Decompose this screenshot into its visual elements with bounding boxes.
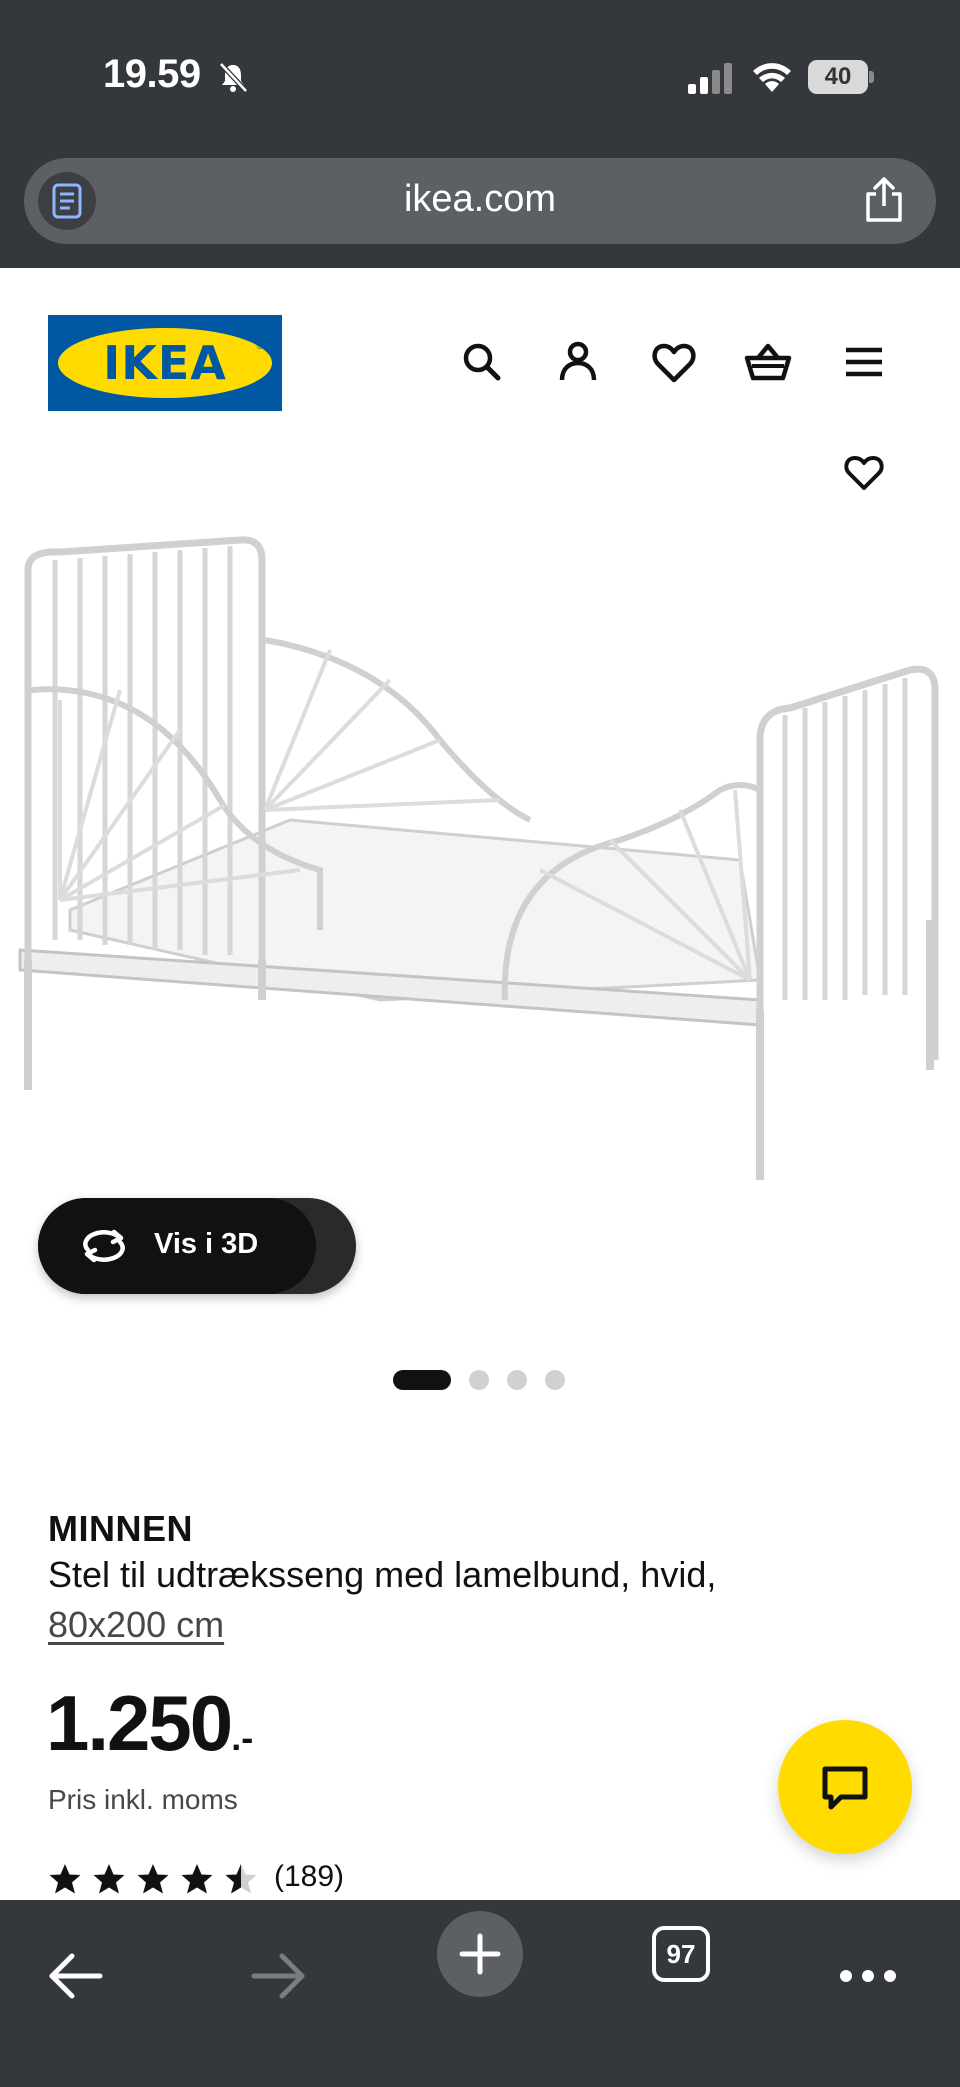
chat-button[interactable] xyxy=(778,1720,912,1854)
share-icon[interactable] xyxy=(862,176,906,224)
cellular-signal-icon xyxy=(688,63,732,94)
status-and-url-bar: 19.59 40 ikea.com xyxy=(0,0,960,268)
basket-icon[interactable] xyxy=(744,338,792,386)
carousel-dot-active[interactable] xyxy=(393,1370,451,1390)
account-icon[interactable] xyxy=(554,338,602,386)
price-integer: 1.250 xyxy=(46,1679,233,1767)
carousel-dot[interactable] xyxy=(545,1370,565,1390)
more-options-icon[interactable] xyxy=(838,1960,898,1992)
plus-icon xyxy=(459,1933,501,1975)
rating-stars[interactable] xyxy=(48,1862,258,1896)
rotate-3d-icon xyxy=(83,1229,125,1263)
bell-off-icon xyxy=(219,62,248,93)
battery-level: 40 xyxy=(808,60,868,94)
product-price: 1.250.- xyxy=(46,1678,253,1769)
star-half-icon xyxy=(225,1864,257,1894)
url-text[interactable]: ikea.com xyxy=(24,178,936,221)
battery-indicator: 40 xyxy=(808,60,874,94)
chat-icon xyxy=(822,1766,868,1810)
logo-text: IKEA xyxy=(103,336,227,390)
product-size-link[interactable]: 80x200 cm xyxy=(48,1604,224,1646)
product-description: Stel til udtræksseng med lamelbund, hvid… xyxy=(48,1554,717,1595)
star-full-icon xyxy=(49,1864,81,1894)
ikea-logo[interactable]: IKEA ® xyxy=(48,315,282,411)
new-tab-button[interactable] xyxy=(437,1911,523,1997)
wifi-icon xyxy=(753,63,791,92)
price-note: Pris inkl. moms xyxy=(48,1784,238,1815)
url-bar[interactable]: ikea.com xyxy=(24,158,936,244)
favorite-heart-icon[interactable] xyxy=(842,450,886,494)
tabs-count-button[interactable]: 97 xyxy=(652,1926,710,1982)
status-time: 19.59 xyxy=(103,52,201,96)
product-image[interactable] xyxy=(0,440,960,1220)
carousel-dot[interactable] xyxy=(469,1370,489,1390)
rating-count[interactable]: (189) xyxy=(274,1860,344,1894)
star-full-icon xyxy=(93,1864,125,1894)
view-in-3d-label: Vis i 3D xyxy=(154,1228,259,1260)
carousel-dot[interactable] xyxy=(507,1370,527,1390)
back-arrow-icon[interactable] xyxy=(46,1950,106,2002)
star-full-icon xyxy=(137,1864,169,1894)
menu-icon[interactable] xyxy=(840,338,888,386)
forward-arrow-icon[interactable] xyxy=(248,1950,308,2002)
star-full-icon xyxy=(181,1864,213,1894)
heart-icon[interactable] xyxy=(650,338,698,386)
view-in-3d-button[interactable]: Vis i 3D xyxy=(38,1198,356,1294)
price-suffix: .- xyxy=(231,1717,254,1758)
image-carousel-dots[interactable] xyxy=(393,1370,565,1390)
product-name: MINNEN xyxy=(48,1508,193,1549)
search-icon[interactable] xyxy=(458,338,506,386)
